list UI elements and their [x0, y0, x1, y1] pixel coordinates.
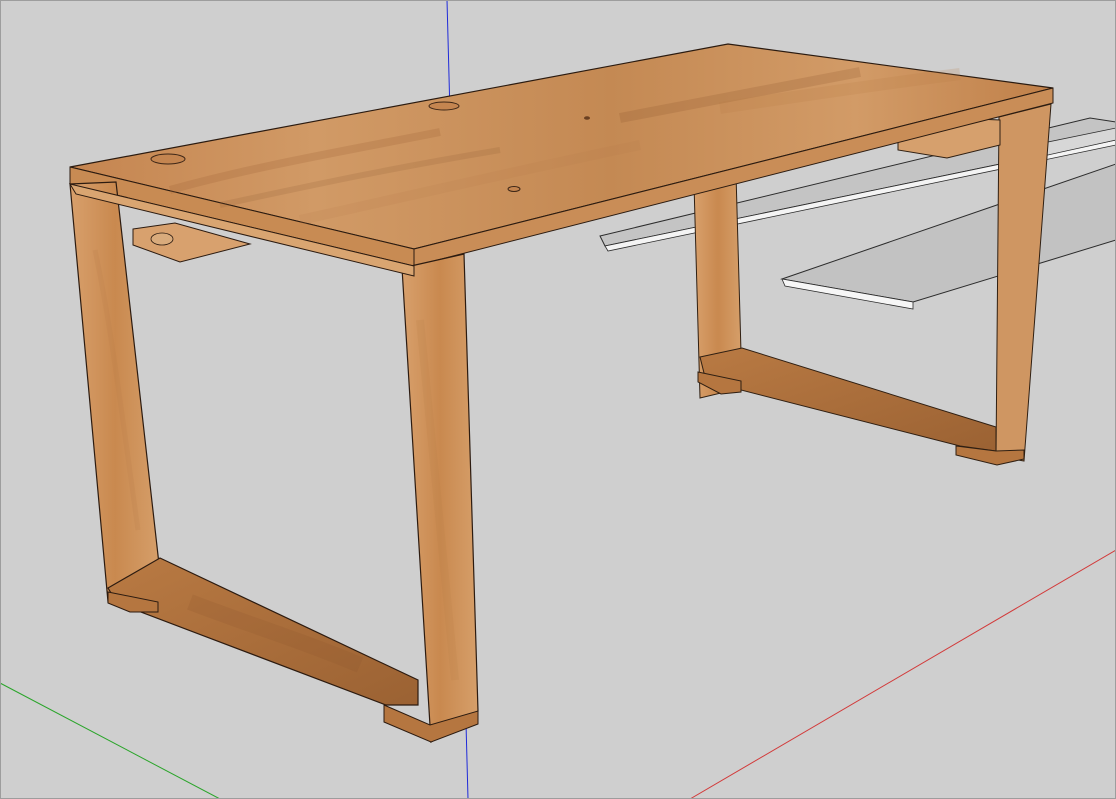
front-left-leg-frame — [68, 181, 479, 744]
back-leg-bottom-rail — [699, 347, 997, 452]
table-3d-scene[interactable] — [0, 0, 1116, 799]
green-axis — [0, 682, 221, 799]
grommet-hole-center — [428, 101, 460, 111]
grommet-hole-left — [150, 153, 186, 165]
red-axis — [689, 549, 1116, 799]
small-hole-center — [507, 186, 521, 192]
table-top — [69, 43, 1054, 267]
back-leg-right-post — [995, 103, 1052, 462]
small-hole-back — [584, 116, 590, 120]
3d-viewport[interactable] — [0, 0, 1116, 799]
front-support-cutout — [150, 232, 174, 246]
